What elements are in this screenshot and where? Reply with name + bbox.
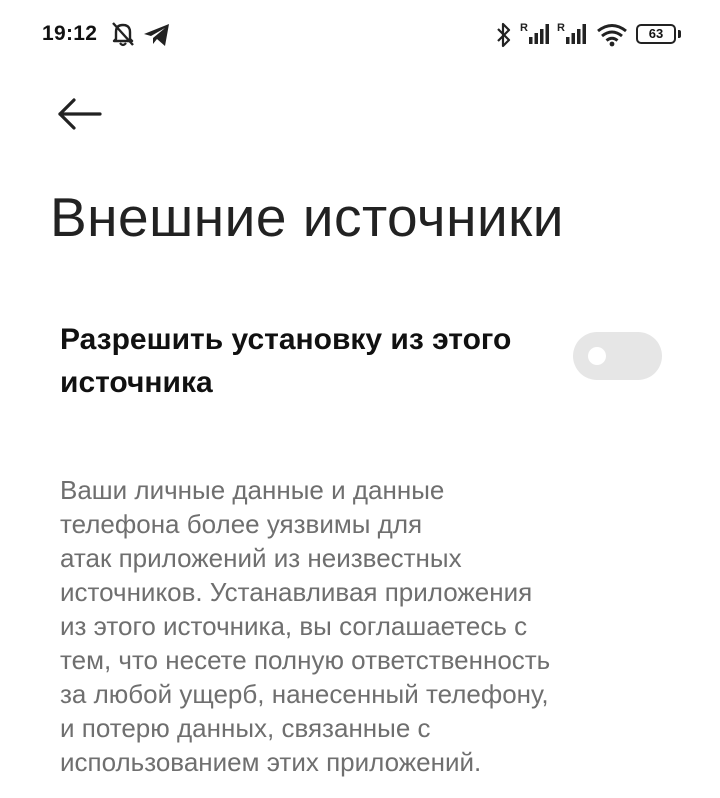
back-button[interactable] [52,88,108,140]
signal-roaming-icon: R [556,20,588,46]
security-warning-text: Ваши личные данные и данные телефона бол… [60,475,551,777]
telegram-icon [143,23,171,47]
page-title: Внешние источники [50,186,564,248]
muted-bell-icon [110,20,136,48]
battery-icon: 63 [636,24,676,44]
status-bar: 19:12 R R 63 [0,0,720,70]
wifi-icon [596,23,628,47]
status-time: 19:12 [42,22,98,45]
arrow-left-icon [52,98,108,144]
signal-roaming-icon: R [519,20,551,46]
svg-text:R: R [520,22,528,34]
setting-label: Разрешить установку из этого источника [60,323,512,399]
bluetooth-icon [496,22,512,48]
battery-tip [678,30,681,38]
svg-text:R: R [557,22,565,34]
allow-install-setting[interactable]: Разрешить установку из этого источника [0,300,720,420]
toggle-knob [588,347,606,365]
allow-install-toggle[interactable] [573,332,662,380]
